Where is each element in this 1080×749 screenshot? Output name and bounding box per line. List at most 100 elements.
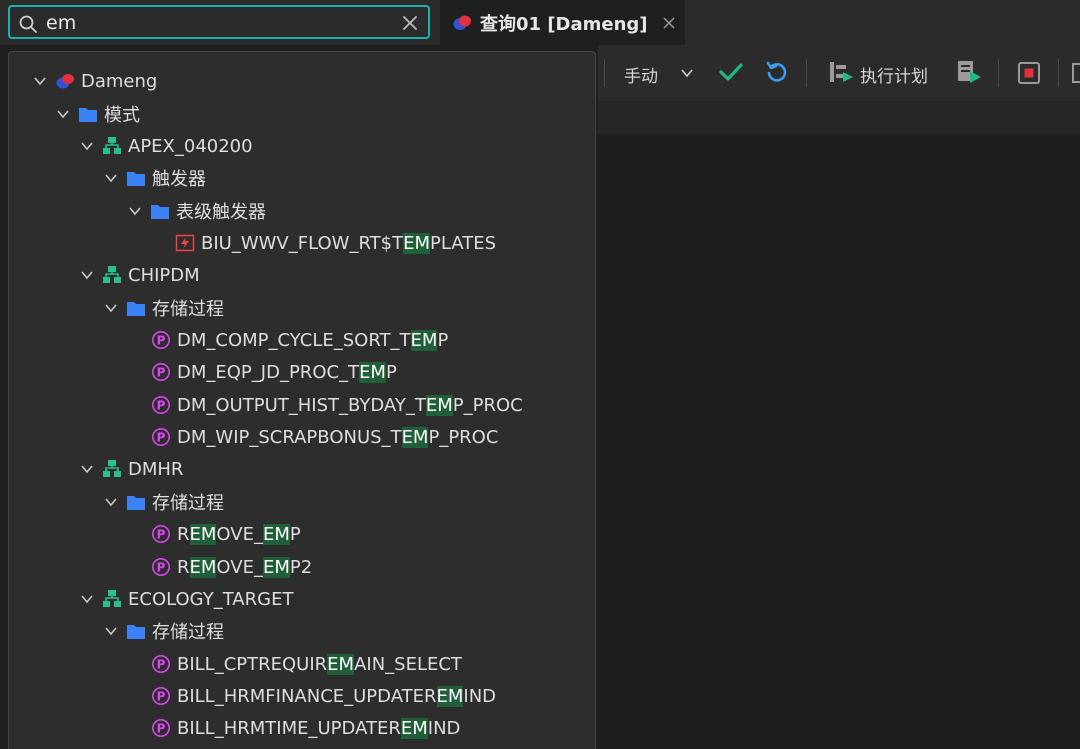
svg-text:P: P — [157, 528, 166, 542]
node-label: BILL_HRMTIME_UPDATEREMIND — [177, 717, 461, 739]
tree-node-schemas-folder[interactable]: 模式 — [56, 99, 140, 129]
node-label: DMHR — [128, 458, 184, 480]
tree-node-schema[interactable]: DMHR — [80, 454, 183, 484]
editor-subbar — [598, 101, 1080, 134]
execution-plan-label[interactable]: 执行计划 — [860, 62, 928, 87]
procedure-icon: P — [152, 396, 170, 414]
tree-node-procedure[interactable]: P DM_WIP_SCRAPBONUS_TEMP_PROC — [151, 422, 498, 452]
tree-node-connection[interactable]: Dameng — [33, 66, 157, 96]
node-label: APEX_040200 — [128, 135, 253, 157]
chevron-down-icon[interactable] — [33, 74, 47, 88]
tree-node-schema[interactable]: ECOLOGY_TARGET — [80, 584, 293, 614]
node-label: BILL_HRMFINANCE_UPDATEREMIND — [177, 685, 497, 707]
execution-plan-icon[interactable] — [828, 60, 854, 84]
node-label: REMOVE_EMP — [177, 523, 301, 545]
procedure-icon: P — [152, 363, 170, 381]
svg-text:P: P — [157, 366, 166, 380]
search-results-panel: Dameng 模式 APEX_040200 触发器 表级触发器 BIU_WWV_… — [8, 51, 596, 749]
match-highlight: EM — [189, 523, 217, 545]
match-highlight: EM — [410, 329, 438, 351]
chevron-down-icon[interactable] — [56, 107, 70, 121]
search-icon — [19, 15, 37, 33]
search-input[interactable] — [46, 11, 386, 35]
match-highlight: EM — [425, 394, 453, 416]
tree-node-procedure[interactable]: P DM_COMP_CYCLE_SORT_TEMP — [151, 325, 448, 355]
node-label: DM_OUTPUT_HIST_BYDAY_TEMP_PROC — [177, 394, 523, 416]
tab-query[interactable]: 查询01 [Dameng] — [440, 0, 685, 45]
chevron-down-icon[interactable] — [128, 204, 142, 218]
top-bar: 查询01 [Dameng] — [0, 0, 1080, 45]
trigger-icon — [175, 234, 195, 252]
tree-node-procedure[interactable]: P DM_OUTPUT_HIST_BYDAY_TEMP_PROC — [151, 390, 523, 420]
tree-node-folder[interactable]: 存储过程 — [104, 616, 224, 646]
chevron-down-icon[interactable] — [80, 268, 94, 282]
match-highlight: EM — [359, 361, 386, 383]
procedure-icon: P — [152, 525, 170, 543]
toolbar-divider — [1058, 59, 1059, 87]
schema-icon — [103, 590, 121, 607]
node-label: BIU_WWV_FLOW_RT$TEMPLATES — [201, 232, 497, 254]
node-label: DM_COMP_CYCLE_SORT_TEMP — [177, 329, 449, 351]
procedure-icon: P — [152, 331, 170, 349]
tree-node-procedure[interactable]: P BILL_HRMTIME_UPDATEREMIND — [151, 713, 460, 743]
chevron-down-icon[interactable] — [680, 66, 694, 80]
search-box[interactable] — [8, 5, 430, 39]
chevron-down-icon[interactable] — [104, 171, 118, 185]
toolbar-divider — [604, 59, 605, 87]
tree-node-procedure[interactable]: P REMOVE_EMP — [151, 519, 301, 549]
tree-node-procedure[interactable]: P BILL_HRMFINANCE_UPDATEREMIND — [151, 681, 496, 711]
schema-icon — [103, 137, 121, 154]
procedure-icon: P — [152, 719, 170, 737]
rollback-icon[interactable] — [765, 60, 789, 84]
svg-text:P: P — [157, 431, 166, 445]
close-icon[interactable] — [662, 16, 676, 30]
tree-node-trigger[interactable]: BIU_WWV_FLOW_RT$TEMPLATES — [175, 228, 496, 258]
more-icon[interactable] — [1072, 63, 1080, 83]
chevron-down-icon[interactable] — [80, 592, 94, 606]
chevron-down-icon[interactable] — [80, 139, 94, 153]
commit-mode-label[interactable]: 手动 — [624, 62, 658, 87]
match-highlight: EM — [327, 653, 355, 675]
chevron-down-icon[interactable] — [104, 624, 118, 638]
chevron-down-icon[interactable] — [104, 495, 118, 509]
tree-node-procedure[interactable]: P DM_EQP_JD_PROC_TEMP — [151, 357, 397, 387]
tree-node-schema[interactable]: CHIPDM — [80, 260, 200, 290]
tree-node-folder[interactable]: 存储过程 — [104, 487, 224, 517]
stop-icon[interactable] — [1017, 61, 1041, 85]
toolbar-divider — [998, 59, 999, 87]
tree-node-folder[interactable]: 触发器 — [104, 163, 206, 193]
node-label: BILL_CPTREQUIREMAIN_SELECT — [177, 653, 462, 675]
tab-title: 查询01 [Dameng] — [480, 13, 648, 35]
tree-node-procedure[interactable]: P REMOVE_EMP2 — [151, 552, 312, 582]
node-label: 存储过程 — [152, 622, 224, 643]
procedure-icon: P — [152, 655, 170, 673]
svg-text:P: P — [157, 334, 166, 348]
match-highlight: EM — [436, 685, 464, 707]
folder-icon — [127, 302, 145, 316]
node-label: CHIPDM — [128, 264, 200, 286]
match-highlight: EM — [262, 556, 290, 578]
match-highlight: EM — [403, 232, 430, 254]
procedure-icon: P — [152, 687, 170, 705]
procedure-icon: P — [152, 558, 170, 576]
tree-node-folder[interactable]: 表级触发器 — [128, 196, 266, 226]
tree-node-folder[interactable]: 存储过程 — [104, 293, 224, 323]
clear-icon[interactable] — [400, 13, 420, 33]
match-highlight: EM — [400, 717, 428, 739]
folder-icon — [127, 172, 145, 186]
chevron-down-icon[interactable] — [104, 301, 118, 315]
sql-editor[interactable] — [598, 134, 1080, 749]
folder-icon — [127, 625, 145, 639]
tree-node-procedure[interactable]: P BILL_CPTREQUIREMAIN_SELECT — [151, 649, 462, 679]
schema-icon — [103, 266, 121, 283]
tree-node-schema[interactable]: APEX_040200 — [80, 131, 253, 161]
procedure-icon: P — [152, 428, 170, 446]
commit-check-icon[interactable] — [718, 61, 744, 83]
node-label: ECOLOGY_TARGET — [128, 588, 294, 610]
run-script-icon[interactable] — [955, 59, 983, 85]
svg-text:P: P — [157, 561, 166, 575]
node-label: REMOVE_EMP2 — [177, 556, 313, 578]
svg-text:P: P — [157, 722, 166, 736]
chevron-down-icon[interactable] — [80, 462, 94, 476]
toolbar-divider — [806, 59, 807, 87]
